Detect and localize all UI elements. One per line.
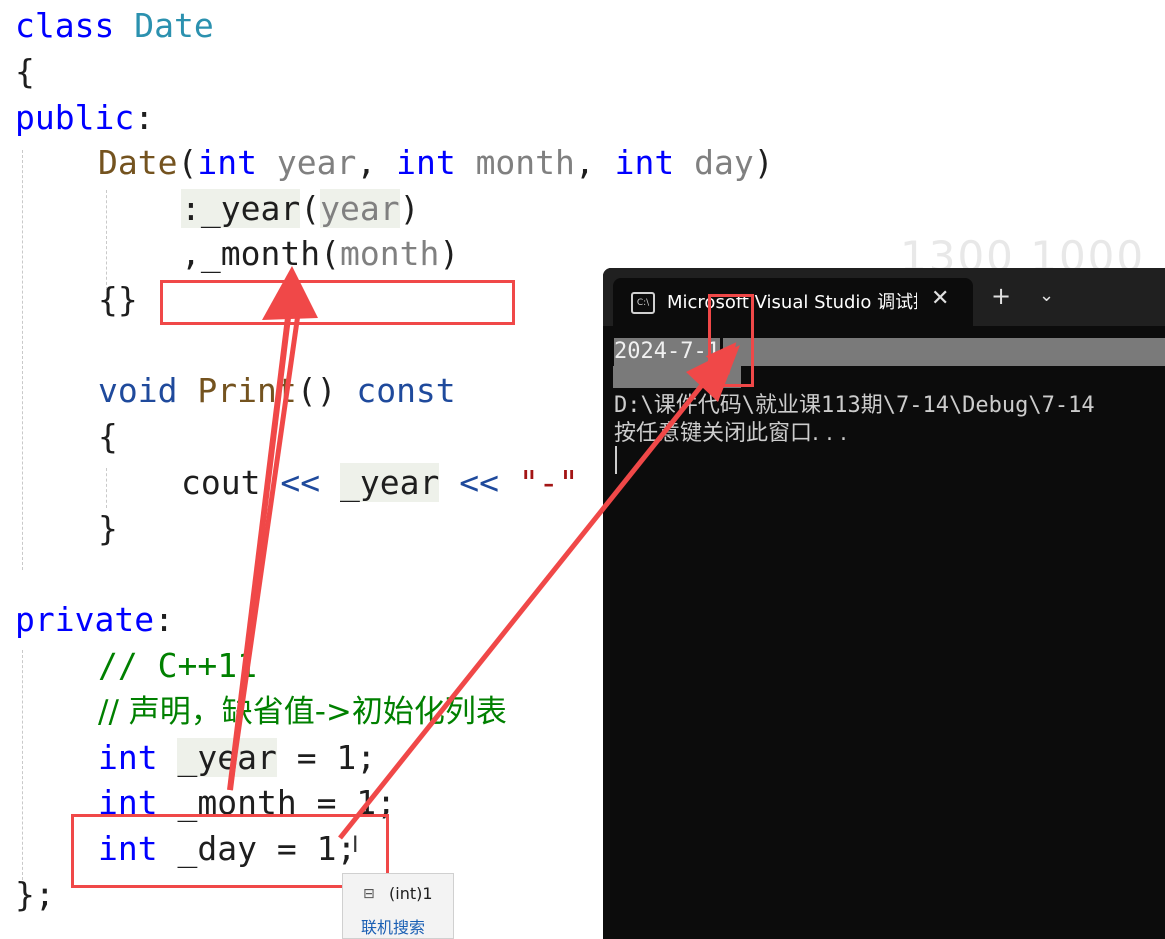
annotation-arrows [227, 266, 740, 840]
quickinfo-tooltip: ⊟ (int)1 联机搜索 [342, 873, 454, 939]
arrow-head-init [262, 266, 318, 320]
tooltip-value: (int)1 [389, 884, 433, 903]
field-icon: ⊟ [363, 886, 375, 902]
online-search-link[interactable]: 联机搜索 [361, 914, 425, 938]
arrow-to-output [338, 342, 737, 840]
arrow-member-day-up [227, 299, 303, 791]
